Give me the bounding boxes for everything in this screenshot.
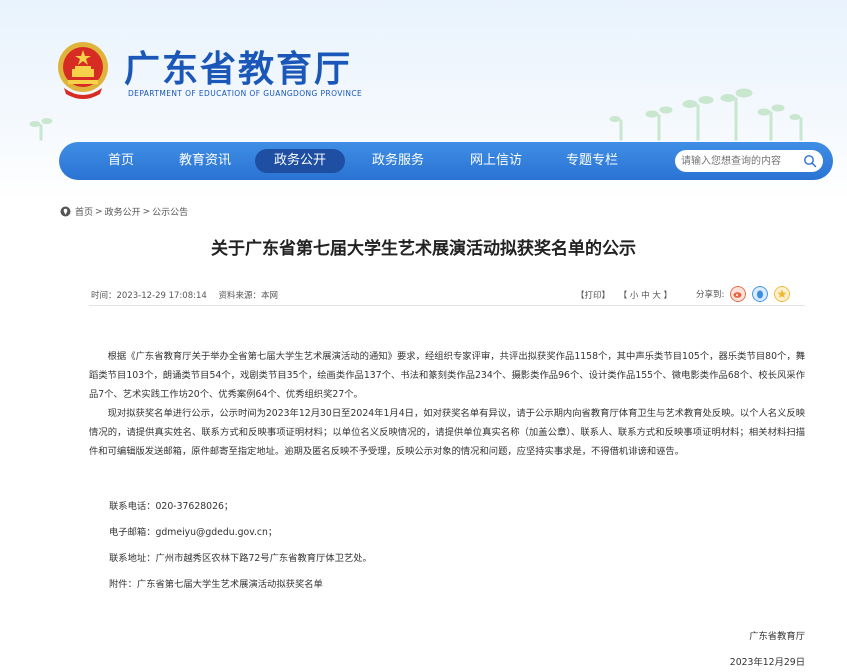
breadcrumb: 首页 > 政务公开 > 公示公告 — [60, 205, 189, 218]
article-source: 资料来源：本网 — [218, 291, 278, 301]
nav-item-services[interactable]: 政务服务 — [359, 149, 437, 173]
contact-address: 联系地址：广州市越秀区农林下路72号广东省教育厅体卫艺处。 — [109, 553, 372, 564]
share-label: 分享到: — [696, 290, 725, 300]
article-tools: 【打印】 【 小 中 大 】 — [576, 289, 678, 301]
breadcrumb-separator: > — [95, 206, 103, 217]
nav-item-home[interactable]: 首页 — [91, 149, 151, 173]
attachment-link[interactable]: 附件：广东省第七届大学生艺术展演活动拟获奖名单 — [109, 576, 323, 590]
breadcrumb-home[interactable]: 首页 — [75, 205, 93, 218]
nav-item-petition[interactable]: 网上信访 — [457, 149, 535, 173]
share-bar: 分享到: — [696, 286, 791, 302]
nav-item-topics[interactable]: 专题专栏 — [553, 149, 631, 173]
publish-time: 时间：2023-12-29 17:08:14 — [91, 291, 207, 301]
location-pin-icon — [60, 206, 71, 217]
breadcrumb-separator: > — [142, 206, 151, 217]
contact-phone: 联系电话：020-37628026； — [109, 501, 234, 512]
article-body: 根据《广东省教育厅关于举办全省第七届大学生艺术展演活动的通知》要求，经组织专家评… — [89, 347, 805, 461]
contact-email: 电子邮箱：gdmeiyu@gdedu.gov.cn； — [109, 527, 278, 538]
nav-item-news[interactable]: 教育资讯 — [167, 149, 243, 173]
site-subtitle: DEPARTMENT OF EDUCATION OF GUANGDONG PRO… — [128, 89, 363, 98]
search-icon[interactable] — [803, 154, 817, 168]
paragraph: 根据《广东省教育厅关于举办全省第七届大学生艺术展演活动的通知》要求，经组织专家评… — [89, 351, 805, 400]
breadcrumb-government-affairs[interactable]: 政务公开 — [105, 205, 141, 218]
paragraph: 现对拟获奖名单进行公示，公示时间为2023年12月30日至2024年1月4日，如… — [89, 408, 805, 457]
meta-divider — [89, 305, 805, 306]
print-button[interactable]: 【打印】 — [576, 291, 610, 301]
weibo-share-icon[interactable] — [730, 286, 747, 302]
site-title[interactable]: 广东省教育厅 — [124, 40, 352, 92]
signature: 广东省教育厅 — [749, 631, 805, 642]
qq-share-icon[interactable] — [752, 286, 769, 302]
qzone-share-icon[interactable] — [774, 286, 791, 302]
article-title: 关于广东省第七届大学生艺术展演活动拟获奖名单的公示 — [211, 239, 636, 259]
breadcrumb-announcements[interactable]: 公示公告 — [152, 205, 188, 218]
national-emblem-icon — [58, 42, 108, 99]
publish-date: 2023年12月29日 — [729, 657, 805, 668]
article-meta: 时间：2023-12-29 17:08:14 资料来源：本网 — [91, 289, 287, 301]
font-size-selector[interactable]: 【 小 中 大 】 — [619, 291, 672, 301]
nav-item-government-affairs[interactable]: 政务公开 — [255, 149, 345, 173]
search-input[interactable] — [681, 153, 799, 169]
search-box — [675, 150, 823, 172]
